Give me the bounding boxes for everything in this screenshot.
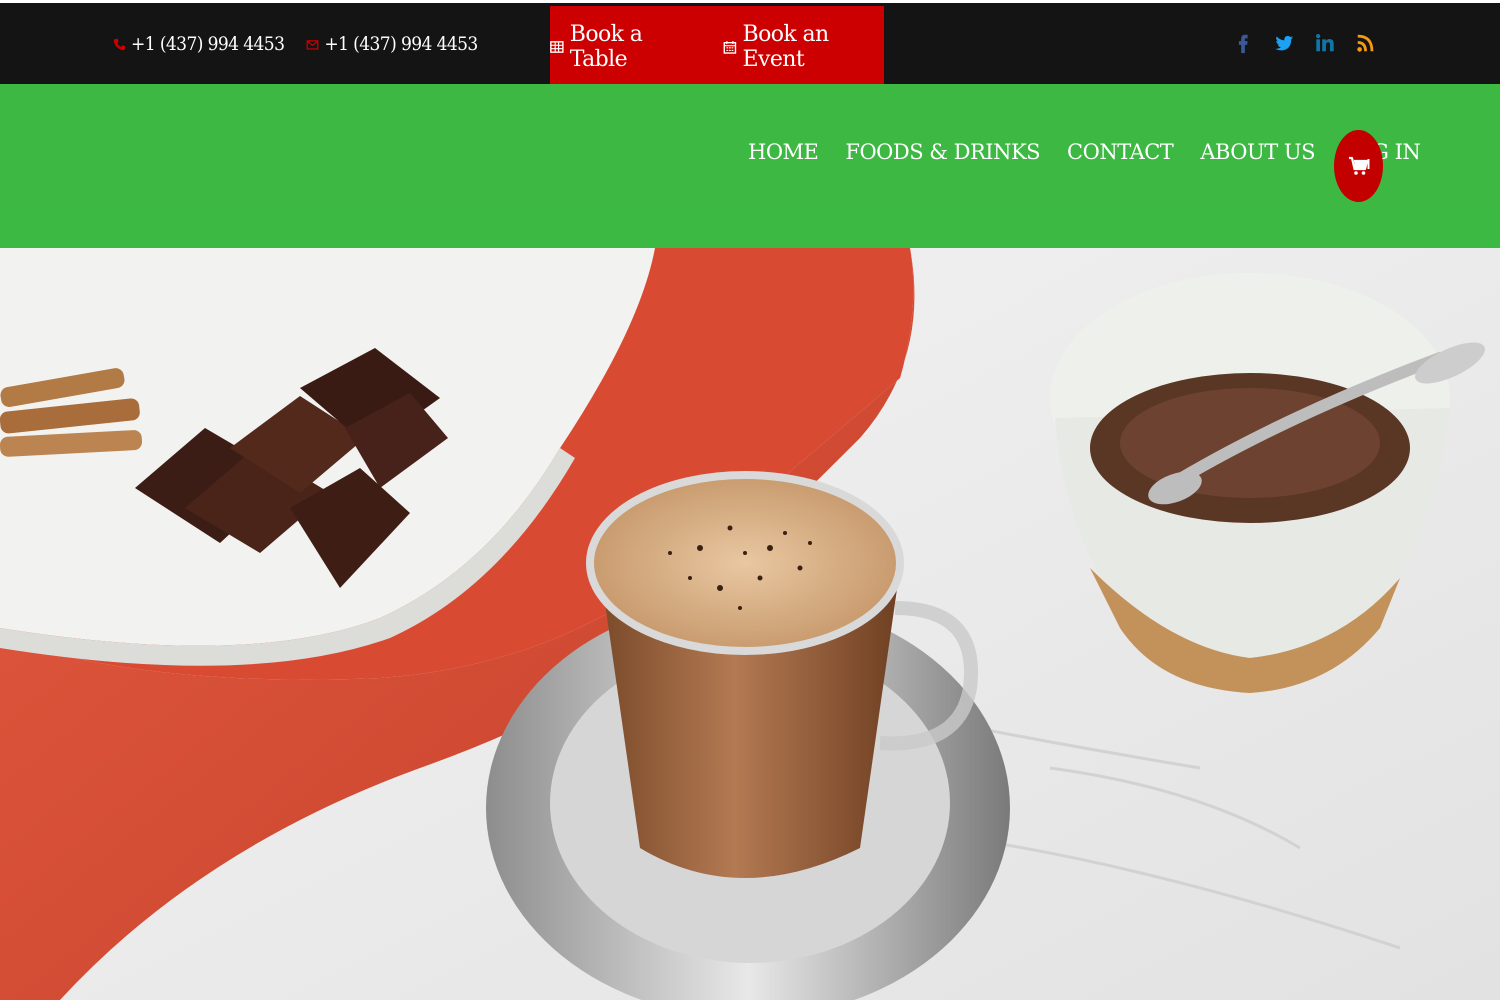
shopping-cart-icon bbox=[1348, 156, 1369, 175]
booking-bar: Book a Table Book an Event bbox=[550, 6, 884, 87]
cart-button[interactable] bbox=[1334, 130, 1383, 202]
book-table-button[interactable]: Book a Table bbox=[550, 22, 695, 72]
hero-photo bbox=[0, 248, 1500, 1000]
nav-contact[interactable]: CONTACT bbox=[1067, 140, 1174, 164]
book-event-label: Book an Event bbox=[742, 21, 830, 72]
twitter-link[interactable] bbox=[1272, 29, 1296, 57]
nav-foods-drinks[interactable]: FOODS & DRINKS bbox=[845, 140, 1040, 164]
linkedin-icon bbox=[1316, 34, 1334, 52]
phone-number: +1 (437) 994 4453 bbox=[131, 33, 285, 55]
book-table-label: Book a Table bbox=[569, 21, 643, 72]
top-bar: +1 (437) 994 4453 +1 (437) 994 4453 Book… bbox=[0, 0, 1500, 87]
hero-image bbox=[0, 248, 1500, 1000]
email-address: +1 (437) 994 4453 bbox=[324, 33, 478, 55]
navbar-overlay bbox=[0, 207, 1500, 248]
facebook-link[interactable] bbox=[1231, 29, 1255, 57]
rss-icon bbox=[1357, 34, 1374, 52]
email-contact[interactable]: +1 (437) 994 4453 bbox=[306, 33, 478, 55]
rss-link[interactable] bbox=[1354, 29, 1378, 57]
social-links bbox=[1231, 29, 1378, 57]
phone-icon bbox=[113, 38, 126, 50]
table-icon bbox=[550, 40, 564, 53]
twitter-icon bbox=[1275, 35, 1294, 51]
nav-about-us[interactable]: ABOUT US bbox=[1200, 140, 1315, 164]
phone-contact[interactable]: +1 (437) 994 4453 bbox=[113, 33, 285, 55]
envelope-icon bbox=[306, 39, 319, 50]
book-event-button[interactable]: Book an Event bbox=[723, 22, 884, 72]
nav-home[interactable]: HOME bbox=[748, 140, 819, 164]
linkedin-link[interactable] bbox=[1313, 29, 1337, 57]
calendar-icon bbox=[723, 40, 736, 54]
contact-info: +1 (437) 994 4453 +1 (437) 994 4453 bbox=[113, 33, 478, 55]
facebook-icon bbox=[1238, 34, 1248, 54]
